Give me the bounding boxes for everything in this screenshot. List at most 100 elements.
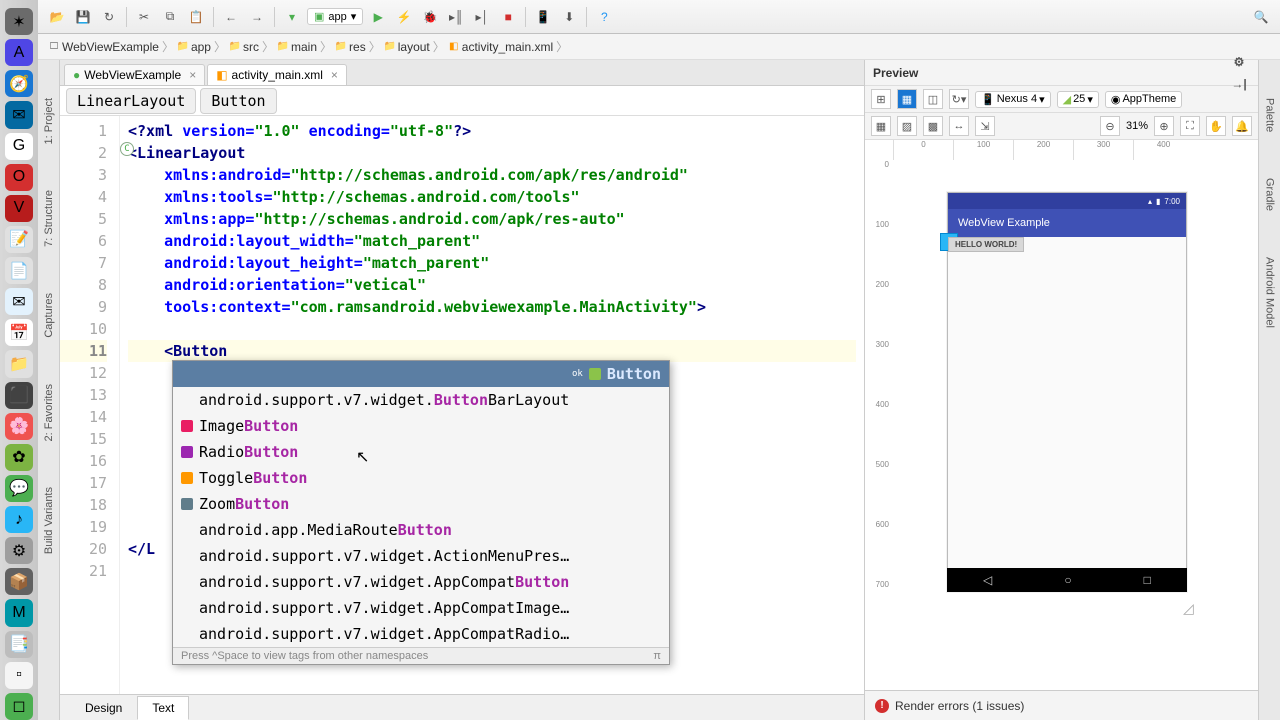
night-icon[interactable]: ▩	[923, 116, 943, 136]
dock-app-icon[interactable]: V	[5, 195, 33, 222]
dock-app-icon[interactable]: 🌸	[5, 413, 33, 440]
class-icon[interactable]: C	[120, 142, 134, 156]
dock-app-icon[interactable]: 📅	[5, 319, 33, 346]
tab-captures[interactable]: Captures	[41, 285, 57, 346]
crumb-app[interactable]: 📁app	[177, 40, 211, 54]
paste-icon[interactable]: 📋	[185, 6, 207, 28]
tab-gradle[interactable]: Gradle	[1262, 170, 1278, 219]
tab-text[interactable]: Text	[137, 696, 189, 720]
avd-icon[interactable]: 📱	[532, 6, 554, 28]
attach-icon[interactable]: ▸│	[471, 6, 493, 28]
tab-favorites[interactable]: 2: Favorites	[41, 376, 57, 449]
preview-status[interactable]: ! Render errors (1 issues)	[865, 690, 1258, 720]
pan-icon[interactable]: ✋	[1206, 116, 1226, 136]
run-icon[interactable]: ▶	[367, 6, 389, 28]
crumb-src[interactable]: 📁src	[229, 40, 259, 54]
dock-app-icon[interactable]: ✉	[5, 288, 33, 315]
sync-icon[interactable]: ↻	[98, 6, 120, 28]
context-chip-button[interactable]: Button	[200, 88, 276, 114]
theme-select[interactable]: ◉AppTheme	[1105, 91, 1182, 108]
autocomplete-item[interactable]: android.support.v7.widget.AppCompatRadio…	[173, 621, 669, 647]
autocomplete-item[interactable]: android.support.v7.widget.ActionMenuPres…	[173, 543, 669, 569]
autocomplete-item[interactable]: ZoomButton	[173, 491, 669, 517]
crumb-file[interactable]: ◧activity_main.xml	[448, 40, 553, 54]
locale-icon[interactable]: ▦	[871, 116, 891, 136]
tab-palette[interactable]: Palette	[1262, 90, 1278, 140]
autocomplete-item[interactable]: ImageButton	[173, 413, 669, 439]
dock-app-icon[interactable]: A	[5, 39, 33, 66]
close-icon[interactable]: ×	[331, 68, 338, 82]
preview-canvas[interactable]: 0100200300400 0100200300400500600700 ▴▮7…	[865, 140, 1258, 690]
close-icon[interactable]: ×	[189, 68, 196, 82]
autocomplete-item[interactable]: android.support.v7.widget.AppCompatButto…	[173, 569, 669, 595]
api-select[interactable]: ◢25▾	[1057, 91, 1099, 108]
dock-app-icon[interactable]: ▫	[5, 662, 33, 689]
autocomplete-item[interactable]: ToggleButton	[173, 465, 669, 491]
sdk-icon[interactable]: ⬇	[558, 6, 580, 28]
autocomplete-item[interactable]: okButton	[173, 361, 669, 387]
run-config-select[interactable]: ▣app▾	[307, 8, 363, 25]
autocomplete-item[interactable]: RadioButton	[173, 439, 669, 465]
open-icon[interactable]: 📂	[46, 6, 68, 28]
dock-app-icon[interactable]: ✶	[5, 8, 33, 35]
notifications-icon[interactable]: 🔔	[1232, 116, 1252, 136]
dock-app-icon[interactable]: ✉	[5, 101, 33, 128]
debug-icon[interactable]: 🐞	[419, 6, 441, 28]
autocomplete-item[interactable]: android.support.v7.widget.AppCompatImage…	[173, 595, 669, 621]
back-icon[interactable]: ←	[220, 6, 242, 28]
build-icon[interactable]: ▾	[281, 6, 303, 28]
tab-build-variants[interactable]: Build Variants	[41, 479, 57, 562]
hello-world-button[interactable]: HELLO WORLD!	[948, 237, 1024, 252]
blueprint-icon[interactable]: ▦	[897, 89, 917, 109]
dock-app-icon[interactable]: M	[5, 599, 33, 626]
autocomplete-item[interactable]: android.app.MediaRouteButton	[173, 517, 669, 543]
tab-structure[interactable]: 7: Structure	[41, 182, 57, 255]
tab-project[interactable]: 1: Project	[41, 90, 57, 152]
view-icon[interactable]: ⊞	[871, 89, 891, 109]
zoom-in-icon[interactable]: ⊕	[1154, 116, 1174, 136]
dock-app-icon[interactable]: ⬛	[5, 382, 33, 409]
autocomplete-item[interactable]: android.support.v7.widget.ButtonBarLayou…	[173, 387, 669, 413]
editor-tab-activity-main[interactable]: ◧activity_main.xml×	[207, 64, 347, 85]
wrap-icon[interactable]: ↔	[949, 116, 969, 136]
editor-tab-webview[interactable]: ●WebViewExample×	[64, 64, 205, 85]
variant-icon[interactable]: ▨	[897, 116, 917, 136]
dock-app-icon[interactable]: 💬	[5, 475, 33, 502]
tab-design[interactable]: Design	[70, 696, 137, 720]
dock-app-icon[interactable]: O	[5, 164, 33, 191]
tab-android-model[interactable]: Android Model	[1262, 249, 1278, 336]
dock-app-icon[interactable]: 📦	[5, 568, 33, 595]
dock-app-icon[interactable]: ♪	[5, 506, 33, 533]
both-icon[interactable]: ◫	[923, 89, 943, 109]
dock-app-icon[interactable]: ◻	[5, 693, 33, 720]
dock-app-icon[interactable]: ✿	[5, 444, 33, 471]
save-icon[interactable]: 💾	[72, 6, 94, 28]
search-icon[interactable]: 🔍	[1250, 6, 1272, 28]
dock-app-icon[interactable]: 📁	[5, 350, 33, 377]
profile-icon[interactable]: ▸║	[445, 6, 467, 28]
zoom-out-icon[interactable]: ⊖	[1100, 116, 1120, 136]
crumb-main[interactable]: 📁main	[277, 40, 317, 54]
dock-app-icon[interactable]: G	[5, 133, 33, 160]
dock-app-icon[interactable]: 🧭	[5, 70, 33, 97]
dock-app-icon[interactable]: 📝	[5, 226, 33, 253]
dock-app-icon[interactable]: ⚙	[5, 537, 33, 564]
dock-app-icon[interactable]: 📄	[5, 257, 33, 284]
copy-icon[interactable]: ⧉	[159, 6, 181, 28]
resize-handle-icon[interactable]: ◿	[1183, 600, 1194, 617]
crumb-root[interactable]: 🞎WebViewExample	[48, 40, 159, 54]
orientation-icon[interactable]: ↻▾	[949, 89, 969, 109]
forward-icon[interactable]: →	[246, 6, 268, 28]
dock-app-icon[interactable]: 📑	[5, 631, 33, 658]
stop-icon[interactable]: ■	[497, 6, 519, 28]
crumb-layout[interactable]: 📁layout	[384, 40, 430, 54]
fit-icon[interactable]: ⛶	[1180, 116, 1200, 136]
expand-icon[interactable]: ⇲	[975, 116, 995, 136]
device-select[interactable]: 📱Nexus 4▾	[975, 91, 1051, 108]
gear-icon[interactable]: ⚙	[1228, 51, 1250, 73]
help-icon[interactable]: ?	[593, 6, 615, 28]
cut-icon[interactable]: ✂	[133, 6, 155, 28]
apply-changes-icon[interactable]: ⚡	[393, 6, 415, 28]
crumb-res[interactable]: 📁res	[335, 40, 366, 54]
context-chip-linearlayout[interactable]: LinearLayout	[66, 88, 196, 114]
